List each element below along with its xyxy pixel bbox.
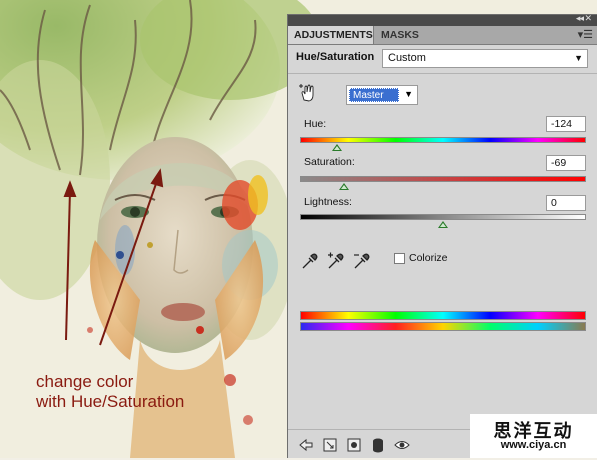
- chevron-down-icon: ▼: [404, 89, 413, 99]
- channel-dropdown[interactable]: Master ▼: [346, 85, 418, 105]
- lightness-label: Lightness:: [304, 196, 352, 208]
- adjustments-panel: ◂◂ ✕ ADJUSTMENTS MASKS ▾☰ Hue/Saturation…: [287, 13, 597, 458]
- annotation-line-1: change color: [36, 372, 134, 391]
- back-arrow-icon[interactable]: [298, 437, 314, 453]
- colorize-label: Colorize: [409, 252, 448, 264]
- panel-tab-row: ADJUSTMENTS MASKS ▾☰: [288, 26, 597, 45]
- colorize-checkbox[interactable]: [394, 253, 405, 264]
- chevron-down-icon: ▼: [574, 53, 583, 63]
- visibility-eye-icon[interactable]: [394, 437, 410, 453]
- tab-masks[interactable]: MASKS: [375, 26, 425, 44]
- lightness-slider-thumb[interactable]: [438, 221, 448, 228]
- eyedropper-add-icon[interactable]: [326, 251, 346, 271]
- panel-menu-icon[interactable]: ▾☰: [578, 28, 593, 41]
- input-color-ramp: [300, 311, 586, 320]
- targeted-adjustment-hand-icon[interactable]: [298, 83, 318, 103]
- hue-slider-track[interactable]: [300, 137, 586, 143]
- hue-label: Hue:: [304, 118, 327, 130]
- layer-mask-icon[interactable]: [370, 437, 386, 453]
- eyedropper-subtract-icon[interactable]: [352, 251, 372, 271]
- adjustment-title: Hue/Saturation: [296, 51, 375, 63]
- saturation-slider-thumb[interactable]: [339, 183, 350, 190]
- saturation-label: Saturation:: [304, 156, 355, 168]
- collapse-icon[interactable]: ◂◂ ✕: [576, 13, 592, 24]
- watermark: 思洋互动 www.ciya.cn: [470, 414, 597, 458]
- lightness-slider-track[interactable]: [300, 214, 586, 220]
- expand-view-icon[interactable]: [322, 437, 338, 453]
- saturation-slider-track[interactable]: [300, 176, 586, 182]
- clip-to-layer-icon[interactable]: [346, 437, 362, 453]
- eyedropper-icon[interactable]: [300, 251, 320, 271]
- panel-titlebar: ◂◂ ✕: [288, 13, 597, 26]
- output-color-ramp: [300, 322, 586, 331]
- hue-slider-thumb[interactable]: [332, 144, 343, 151]
- annotation-line-2: with Hue/Saturation: [36, 392, 185, 411]
- lightness-input[interactable]: 0: [546, 195, 586, 211]
- preset-dropdown[interactable]: Custom ▼: [382, 49, 588, 68]
- hue-input[interactable]: -124: [546, 116, 586, 132]
- channel-value: Master: [349, 88, 399, 102]
- annotation-text: change color with Hue/Saturation: [36, 372, 184, 412]
- watermark-url: www.ciya.cn: [500, 439, 567, 451]
- saturation-input[interactable]: -69: [546, 155, 586, 171]
- preset-value: Custom: [388, 52, 426, 64]
- tab-adjustments[interactable]: ADJUSTMENTS: [288, 26, 374, 44]
- adjustment-header: Hue/Saturation Custom ▼: [288, 45, 597, 74]
